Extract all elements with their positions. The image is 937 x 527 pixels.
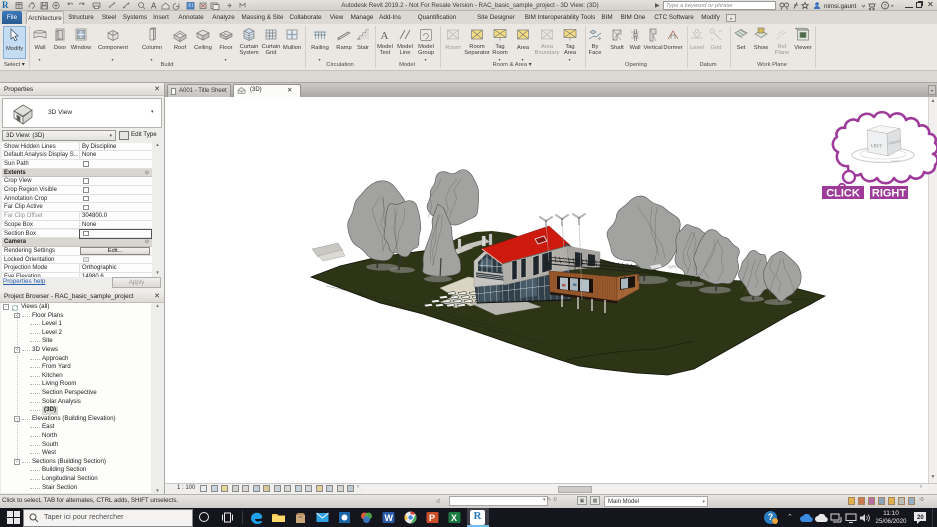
svg-text:P: P	[429, 513, 435, 523]
svg-text:X: X	[451, 513, 457, 523]
svg-text:A: A	[151, 2, 157, 11]
svg-text:W: W	[385, 513, 394, 523]
svg-text:?: ?	[884, 4, 887, 10]
svg-text:nimsi.gaunt: nimsi.gaunt	[824, 3, 856, 10]
svg-text:A: A	[381, 30, 389, 42]
